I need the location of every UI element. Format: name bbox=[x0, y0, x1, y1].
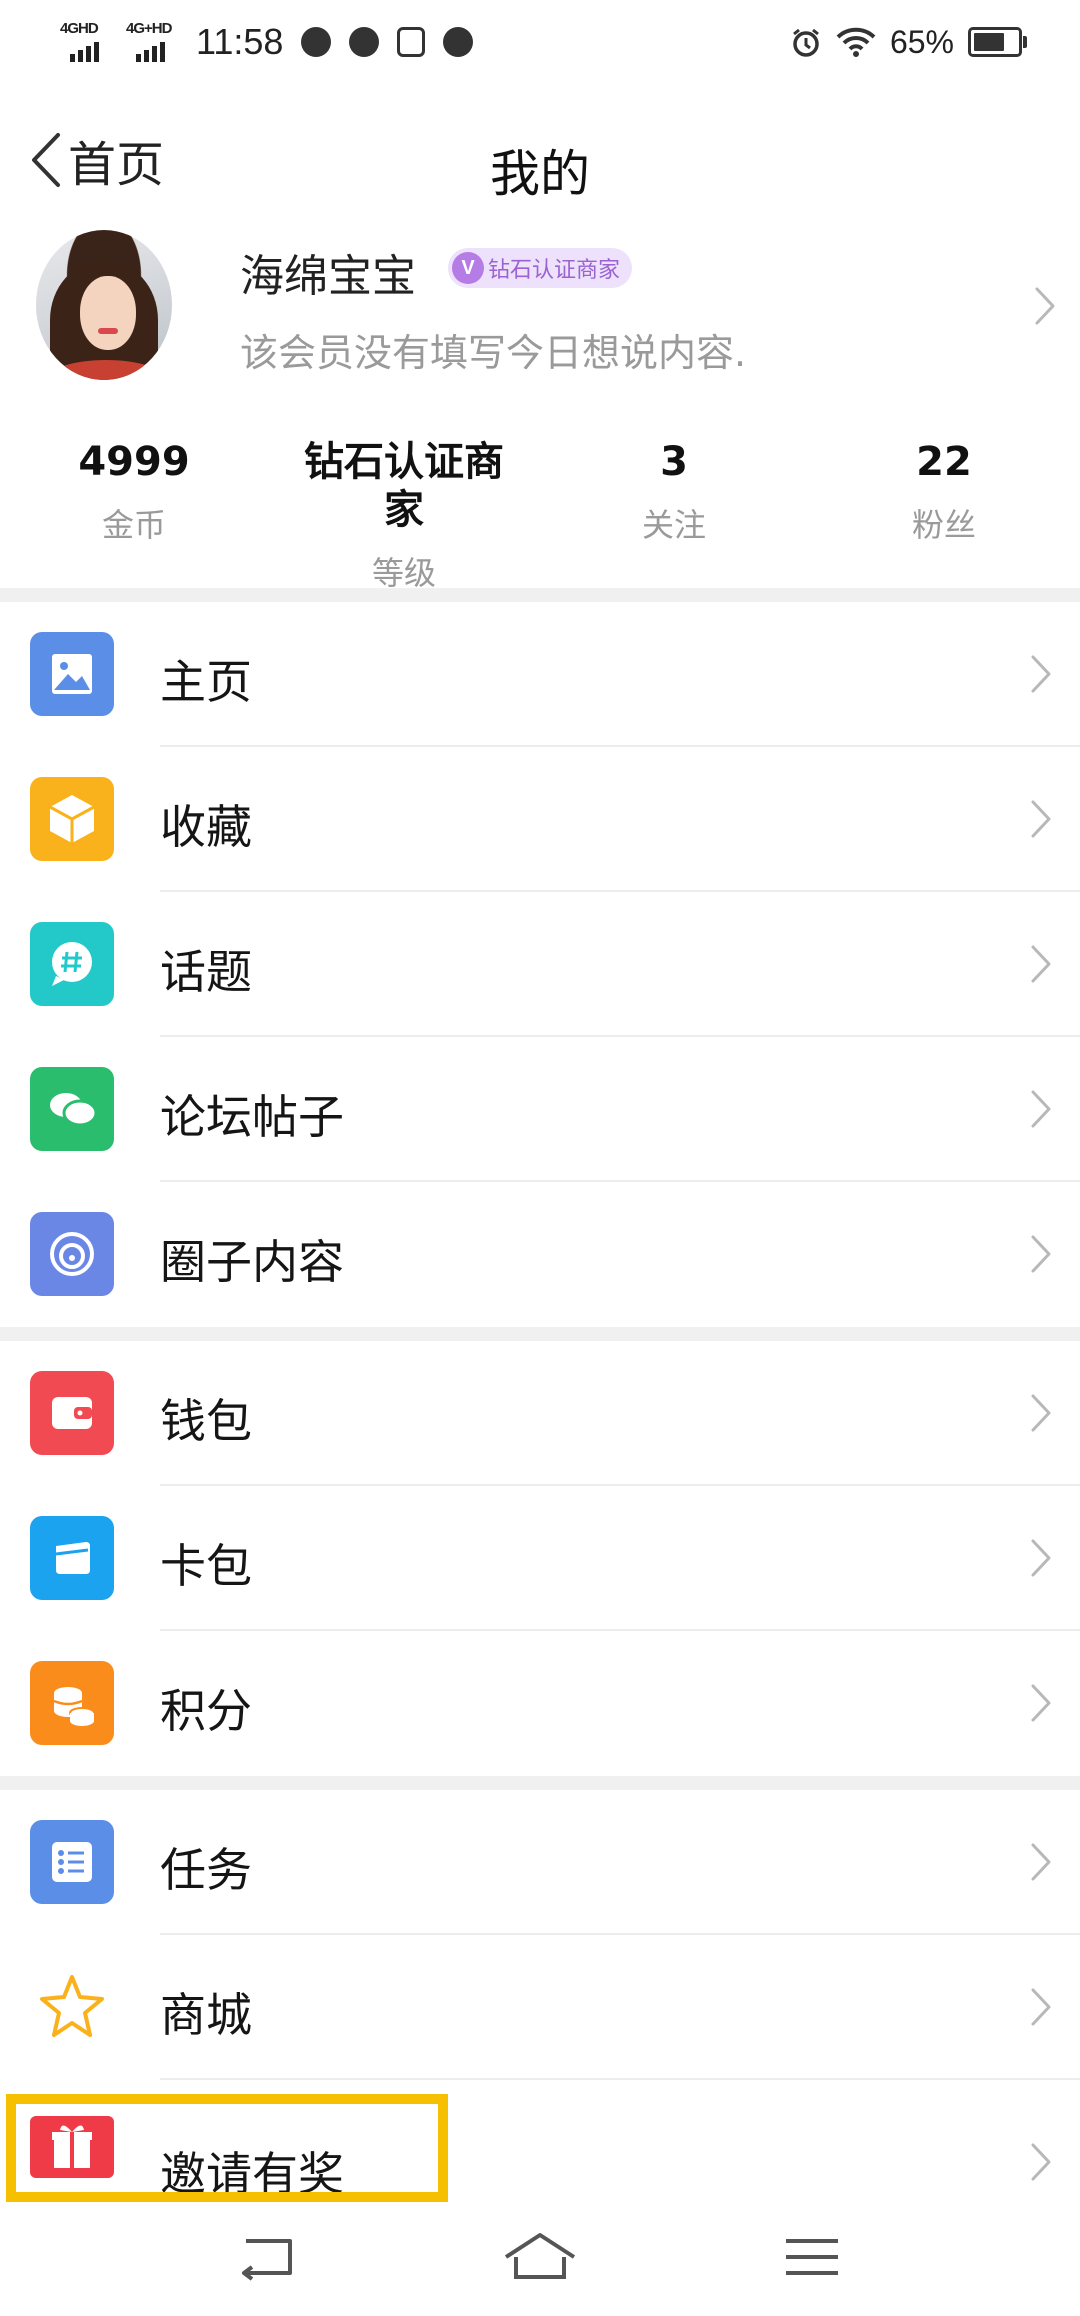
menu-label: 积分 bbox=[160, 1684, 252, 1738]
network-label-1: 4GHD bbox=[60, 20, 99, 37]
menu-label: 卡包 bbox=[160, 1539, 252, 1593]
avatar[interactable] bbox=[36, 230, 172, 380]
chevron-right-icon bbox=[1035, 287, 1055, 325]
chevron-right-icon bbox=[1031, 2143, 1051, 2181]
chevron-right-icon bbox=[1031, 1394, 1051, 1432]
card-icon bbox=[30, 1516, 114, 1600]
status-bar-right: 65% bbox=[790, 14, 1027, 70]
menu-label: 钱包 bbox=[160, 1394, 252, 1448]
menu-item-card-pack[interactable]: 卡包 bbox=[0, 1486, 1080, 1631]
chevron-right-icon bbox=[1031, 1988, 1051, 2026]
page-title: 我的 bbox=[490, 145, 590, 203]
profile-motto: 该会员没有填写今日想说内容. bbox=[240, 331, 747, 375]
stat-coins[interactable]: 4999 金币 bbox=[24, 438, 244, 546]
chevron-right-icon bbox=[1031, 800, 1051, 838]
section-divider bbox=[0, 1776, 1080, 1790]
stat-value: 4999 bbox=[78, 439, 190, 485]
menu-item-topics[interactable]: 话题 bbox=[0, 892, 1080, 1037]
stat-value: 3 bbox=[660, 439, 688, 485]
signal-4g-icon: 4GHD bbox=[60, 20, 108, 64]
chevron-right-icon bbox=[1031, 1684, 1051, 1722]
menu-item-homepage[interactable]: 主页 bbox=[0, 602, 1080, 747]
stat-label: 金币 bbox=[101, 506, 166, 544]
chat-bubbles-icon bbox=[30, 1067, 114, 1151]
stat-value: 钻石认证商家 bbox=[304, 439, 504, 533]
chevron-right-icon bbox=[1031, 655, 1051, 693]
menu-label: 收藏 bbox=[160, 800, 252, 854]
status-time: 11:58 bbox=[196, 21, 284, 62]
wallet-icon bbox=[30, 1371, 114, 1455]
stat-fans[interactable]: 22 粉丝 bbox=[834, 438, 1054, 546]
hashtag-chat-icon bbox=[30, 922, 114, 1006]
menu-item-wallet[interactable]: 钱包 bbox=[0, 1341, 1080, 1486]
home-nav-icon[interactable] bbox=[492, 2227, 588, 2287]
stats-row: 4999 金币 钻石认证商家 等级 3 关注 22 粉丝 bbox=[0, 438, 1080, 592]
chevron-right-icon bbox=[1031, 1843, 1051, 1881]
status-bar-left: 4GHD 4G+HD 11:58 bbox=[60, 14, 474, 70]
stat-label: 粉丝 bbox=[911, 506, 976, 544]
menu-label: 话题 bbox=[160, 945, 252, 999]
chevron-right-icon bbox=[1031, 945, 1051, 983]
menu-nav-icon[interactable] bbox=[764, 2227, 860, 2287]
alarm-icon bbox=[793, 28, 819, 57]
chevron-right-icon bbox=[1031, 1539, 1051, 1577]
menu-label: 论坛帖子 bbox=[160, 1090, 344, 1144]
stat-following[interactable]: 3 关注 bbox=[564, 438, 784, 546]
menu-label: 商城 bbox=[160, 1988, 252, 2042]
wifi-icon bbox=[836, 27, 876, 57]
checklist-icon bbox=[30, 1820, 114, 1904]
menu-label: 主页 bbox=[160, 655, 252, 709]
badge-text: 钻石认证商家 bbox=[488, 258, 621, 283]
message-icon bbox=[443, 27, 474, 57]
wechat-icon bbox=[301, 27, 332, 57]
star-icon bbox=[30, 1965, 114, 2049]
menu-item-favorites[interactable]: 收藏 bbox=[0, 747, 1080, 892]
menu-item-circle-content[interactable]: 圈子内容 bbox=[0, 1182, 1080, 1327]
signal-4g-plus-icon: 4G+HD bbox=[126, 20, 174, 64]
stat-label: 关注 bbox=[641, 506, 706, 544]
box-icon bbox=[30, 777, 114, 861]
highlight-box bbox=[6, 2094, 448, 2202]
section-divider bbox=[0, 1327, 1080, 1341]
menu-item-forum-posts[interactable]: 论坛帖子 bbox=[0, 1037, 1080, 1182]
compass-icon bbox=[349, 27, 380, 57]
stat-level[interactable]: 钻石认证商家 等级 bbox=[294, 438, 514, 594]
image-icon bbox=[30, 632, 114, 716]
back-nav-icon[interactable] bbox=[220, 2227, 316, 2287]
stat-value: 22 bbox=[916, 439, 972, 485]
profile-header[interactable]: 海绵宝宝 V 钻石认证商家 该会员没有填写今日想说内容. bbox=[0, 230, 1080, 390]
menu-label: 圈子内容 bbox=[160, 1235, 344, 1289]
status-bar: 4GHD 4G+HD 11:58 65% bbox=[0, 0, 1080, 84]
menu-label: 任务 bbox=[160, 1843, 252, 1897]
battery-icon bbox=[968, 27, 1027, 57]
nav-header: 首页 我的 bbox=[0, 100, 1080, 220]
menu-item-tasks[interactable]: 任务 bbox=[0, 1790, 1080, 1935]
swirl-icon bbox=[30, 1212, 114, 1296]
menu-item-mall[interactable]: 商城 bbox=[0, 1935, 1080, 2080]
network-label-2: 4G+HD bbox=[126, 20, 172, 37]
battery-percent: 65% bbox=[889, 23, 954, 60]
section-divider bbox=[0, 588, 1080, 602]
coins-icon bbox=[30, 1661, 114, 1745]
menu-item-points[interactable]: 积分 bbox=[0, 1631, 1080, 1776]
sim-icon bbox=[397, 27, 426, 57]
merchant-badge: V 钻石认证商家 bbox=[448, 248, 633, 288]
system-nav-bar bbox=[0, 2205, 1080, 2316]
username: 海绵宝宝 bbox=[240, 251, 416, 302]
chevron-right-icon bbox=[1031, 1235, 1051, 1273]
chevron-right-icon bbox=[1031, 1090, 1051, 1128]
verified-v-icon: V bbox=[452, 252, 484, 284]
